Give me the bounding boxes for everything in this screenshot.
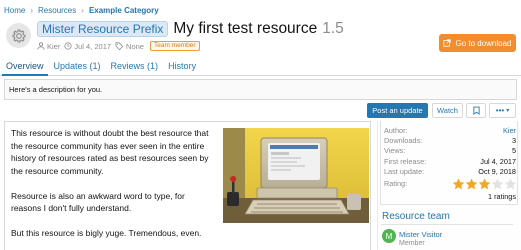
tab-history[interactable]: History: [164, 58, 200, 76]
resource-tabs: Overview Updates (1) Reviews (1) History: [0, 58, 521, 76]
avatar[interactable]: M: [382, 229, 396, 243]
info-last-update-label: Last update:: [384, 167, 425, 176]
bookmark-icon: [472, 106, 480, 115]
body-paragraph: But this resource is bigly yuge. Tremend…: [11, 228, 202, 238]
team-member-badge: Team member: [149, 41, 200, 51]
star-icon: [452, 178, 465, 190]
meta-tags-value: None: [126, 41, 144, 51]
user-icon: [37, 42, 45, 50]
page-title: My first test resource: [173, 20, 318, 37]
breadcrumb: Home › Resources › Example Category: [4, 4, 159, 16]
tab-reviews[interactable]: Reviews (1): [107, 58, 163, 76]
info-last-update-row: Last update: Oct 9, 2018: [384, 167, 516, 177]
resource-version: 1.5: [322, 20, 344, 37]
info-views-label: Views:: [384, 146, 406, 155]
star-rating: [452, 178, 517, 190]
info-first-release-label: First release:: [384, 157, 427, 166]
info-views-value: 5: [511, 146, 516, 155]
resource-body: This resource is without doubt the best …: [4, 121, 371, 250]
body-paragraph: This resource is without doubt the best …: [11, 128, 209, 176]
meta-author: Kier: [37, 42, 60, 51]
star-icon: [465, 178, 478, 190]
team-member-role: Member: [399, 240, 425, 247]
breadcrumb-home[interactable]: Home: [4, 6, 25, 15]
resource-description: Here's a description for you.: [4, 79, 517, 100]
breadcrumb-separator-icon: ›: [81, 5, 84, 15]
tab-updates[interactable]: Updates (1): [50, 58, 105, 76]
more-options-button[interactable]: ••• ▾: [489, 103, 516, 118]
resource-meta: Kier Jul 4, 2017 None Team member: [37, 40, 200, 52]
info-downloads-value: 3: [511, 136, 516, 145]
info-views-row: Views: 5: [384, 146, 516, 156]
info-author-label: Author:: [384, 126, 408, 135]
resource-prefix-label[interactable]: Mister Resource Prefix: [37, 21, 169, 37]
clock-icon: [64, 42, 72, 50]
info-downloads-label: Downloads:: [384, 136, 423, 145]
meta-date-value[interactable]: Jul 4, 2017: [74, 42, 111, 51]
meta-date: Jul 4, 2017: [64, 42, 111, 51]
external-link-icon: [443, 39, 452, 47]
breadcrumb-category[interactable]: Example Category: [89, 6, 159, 15]
resource-team-heading: Resource team: [382, 211, 450, 222]
info-rating-label: Rating:: [384, 179, 408, 188]
watch-button[interactable]: Watch: [432, 103, 463, 118]
info-author-row: Author: Kier: [384, 126, 516, 136]
more-options-label: •••: [495, 106, 505, 115]
meta-tags: None: [115, 42, 144, 51]
breadcrumb-resources[interactable]: Resources: [38, 6, 76, 15]
team-member-name[interactable]: Mister Visitor: [399, 230, 442, 239]
post-update-button[interactable]: Post an update: [367, 103, 428, 118]
bookmark-button[interactable]: [466, 103, 486, 118]
resource-body-text: This resource is without doubt the best …: [11, 127, 213, 250]
team-divider: [381, 224, 513, 225]
body-paragraph: Resource is also an awkward word to type…: [11, 190, 185, 214]
ratings-count[interactable]: 1 ratings: [384, 192, 516, 201]
breadcrumb-separator-icon: ›: [30, 5, 34, 15]
info-downloads-row: Downloads: 3: [384, 136, 516, 146]
title-row: Mister Resource Prefix My first test res…: [37, 19, 344, 39]
resource-gear-icon: [6, 23, 31, 48]
resource-header: Mister Resource Prefix My first test res…: [0, 16, 521, 56]
go-to-download-label: Go to download: [455, 38, 512, 48]
meta-author-name[interactable]: Kier: [47, 42, 60, 51]
tags-icon: [115, 42, 124, 50]
star-icon: [478, 178, 491, 190]
chevron-down-icon: ▾: [506, 108, 510, 114]
info-first-release-value: Jul 4, 2017: [480, 157, 516, 166]
resource-sidebar: Author: Kier Downloads: 3 Views: 5 First…: [377, 121, 521, 250]
go-to-download-button[interactable]: Go to download: [439, 34, 516, 52]
star-icon: [491, 178, 504, 190]
vintage-computer-image[interactable]: [223, 128, 369, 223]
info-last-update-value: Oct 9, 2018: [478, 167, 516, 176]
info-first-release-row: First release: Jul 4, 2017: [384, 157, 516, 167]
info-author-value[interactable]: Kier: [503, 126, 516, 136]
star-icon: [504, 178, 517, 190]
tab-overview[interactable]: Overview: [2, 58, 48, 76]
resource-info-block: Author: Kier Downloads: 3 Views: 5 First…: [380, 121, 518, 205]
